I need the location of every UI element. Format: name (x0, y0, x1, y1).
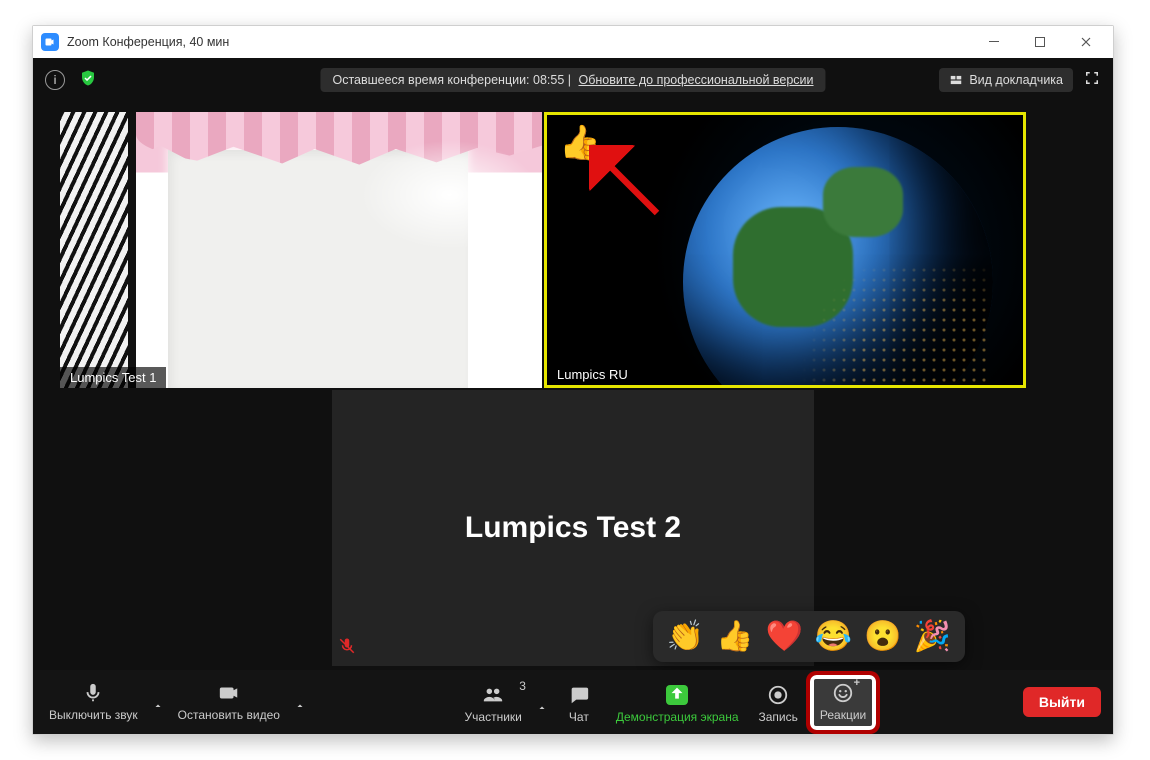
fullscreen-icon[interactable] (1083, 69, 1101, 92)
record-label: Запись (759, 710, 798, 724)
reaction-joy[interactable]: 😂 (815, 619, 852, 654)
participants-icon (482, 683, 504, 707)
app-window: Zoom Конференция, 40 мин i Оставшееся вр… (32, 25, 1114, 735)
muted-mic-icon (338, 637, 356, 660)
chat-label: Чат (569, 710, 589, 724)
reaction-heart[interactable]: ❤️ (766, 619, 803, 654)
speaker-view-label: Вид докладчика (969, 73, 1063, 87)
share-icon (666, 683, 688, 707)
close-button[interactable] (1063, 26, 1109, 58)
chat-button[interactable]: Чат (552, 677, 606, 732)
minimize-button[interactable] (971, 26, 1017, 58)
leave-button[interactable]: Выйти (1023, 687, 1101, 717)
window-controls (971, 26, 1109, 58)
chat-icon (568, 683, 590, 707)
reaction-tada[interactable]: 🎉 (914, 619, 951, 654)
camera-icon (218, 681, 240, 705)
participants-chevron[interactable] (532, 702, 552, 732)
reaction-thumbs-up[interactable]: 👍 (716, 619, 753, 654)
meeting-stage: i Оставшееся время конференции: 08:55 | … (33, 58, 1113, 734)
participant-name-tag: Lumpics Test 1 (60, 367, 166, 388)
reactions-button[interactable]: Реакции (808, 673, 878, 732)
titlebar: Zoom Конференция, 40 мин (33, 26, 1113, 58)
window-title: Zoom Конференция, 40 мин (67, 35, 971, 49)
reaction-open-mouth[interactable]: 😮 (864, 619, 901, 654)
reactions-label: Реакции (820, 708, 866, 722)
participants-label: Участники (465, 710, 522, 724)
share-screen-button[interactable]: Демонстрация экрана (606, 677, 749, 732)
video-tile-1[interactable]: Lumpics Test 1 (60, 112, 542, 388)
record-icon (767, 683, 789, 707)
mute-button[interactable]: Выключить звук (39, 675, 148, 730)
participant-name-tag: Lumpics RU (547, 364, 638, 385)
speaker-view-button[interactable]: Вид докладчика (939, 68, 1073, 92)
mute-label: Выключить звук (49, 708, 138, 722)
video-grid: Lumpics Test 1 👍 Lumpics RU (33, 112, 1113, 666)
stop-video-button[interactable]: Остановить видео (168, 675, 290, 730)
share-label: Демонстрация экрана (616, 710, 739, 724)
record-button[interactable]: Запись (749, 677, 808, 732)
reactions-popup: 👏 👍 ❤️ 😂 😮 🎉 (653, 611, 965, 662)
maximize-button[interactable] (1017, 26, 1063, 58)
encryption-shield-icon[interactable] (79, 69, 97, 92)
video-feed-room (60, 112, 542, 388)
audio-options-chevron[interactable] (148, 700, 168, 730)
participants-count-badge: 3 (519, 679, 526, 693)
timer-text: Оставшееся время конференции: 08:55 (332, 73, 564, 87)
annotation-arrow-icon (589, 145, 669, 225)
top-overlay-bar: i Оставшееся время конференции: 08:55 | … (33, 66, 1113, 94)
meeting-timer-banner: Оставшееся время конференции: 08:55 | Об… (320, 68, 825, 92)
video-options-chevron[interactable] (290, 700, 310, 730)
participants-button[interactable]: 3 Участники (455, 677, 532, 732)
zoom-app-icon (41, 33, 59, 51)
video-tile-2[interactable]: 👍 Lumpics RU (544, 112, 1026, 388)
reaction-clap[interactable]: 👏 (667, 619, 704, 654)
upgrade-link[interactable]: Обновите до профессиональной версии (578, 73, 813, 87)
meeting-toolbar: Выключить звук Остановить видео 3 Участн… (33, 670, 1113, 734)
reactions-smile-icon (832, 681, 854, 705)
microphone-icon (82, 681, 104, 705)
info-icon[interactable]: i (45, 70, 65, 90)
stop-video-label: Остановить видео (178, 708, 280, 722)
